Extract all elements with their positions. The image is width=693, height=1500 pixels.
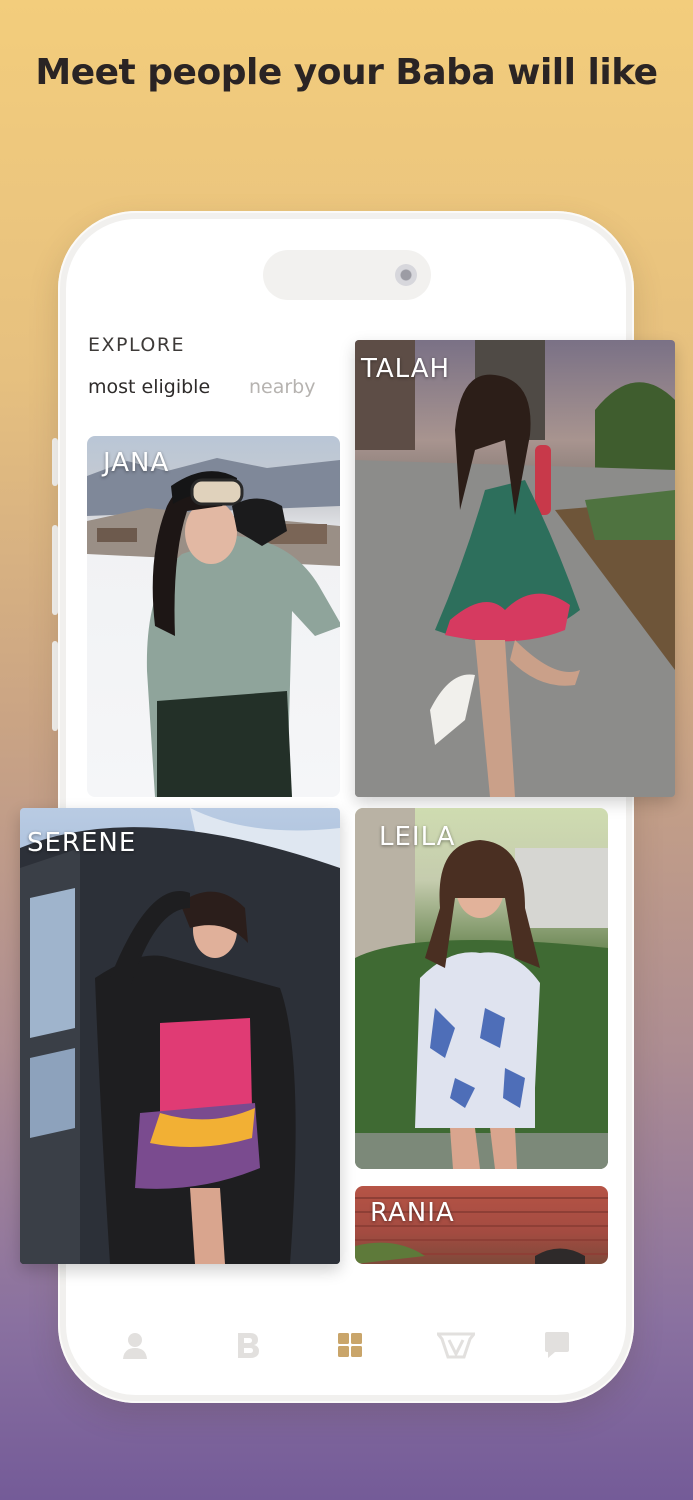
- dynamic-island: [263, 250, 431, 300]
- page-headline: Meet people your Baba will like: [35, 52, 658, 93]
- profile-card-rania[interactable]: RANIA: [355, 1186, 608, 1264]
- profile-card-jana[interactable]: JANA: [87, 436, 340, 797]
- profile-card-talah[interactable]: TALAH: [355, 340, 675, 797]
- profile-card-serene[interactable]: SERENE: [20, 808, 340, 1264]
- profile-name: LEILA: [379, 822, 456, 852]
- profile-photo: [20, 808, 340, 1264]
- camera-icon: [395, 264, 417, 286]
- profile-photo: [355, 340, 675, 797]
- profile-name: RANIA: [370, 1198, 455, 1228]
- grid-icon[interactable]: [335, 1330, 365, 1360]
- profile-name: TALAH: [361, 354, 451, 384]
- profile-photo: [87, 458, 340, 797]
- tab-nearby[interactable]: nearby: [249, 376, 316, 398]
- shield-emblem-icon[interactable]: [434, 1330, 478, 1360]
- profile-card-leila[interactable]: LEILA: [355, 808, 608, 1169]
- profile-name: JANA: [103, 448, 170, 478]
- tab-most-eligible[interactable]: most eligible: [88, 376, 210, 398]
- profile-name: SERENE: [27, 828, 137, 858]
- baba-b-icon[interactable]: [233, 1330, 263, 1360]
- profile-icon[interactable]: [120, 1330, 150, 1360]
- profile-photo: [355, 808, 608, 1169]
- explore-title: EXPLORE: [88, 334, 186, 356]
- chat-icon[interactable]: [542, 1330, 572, 1360]
